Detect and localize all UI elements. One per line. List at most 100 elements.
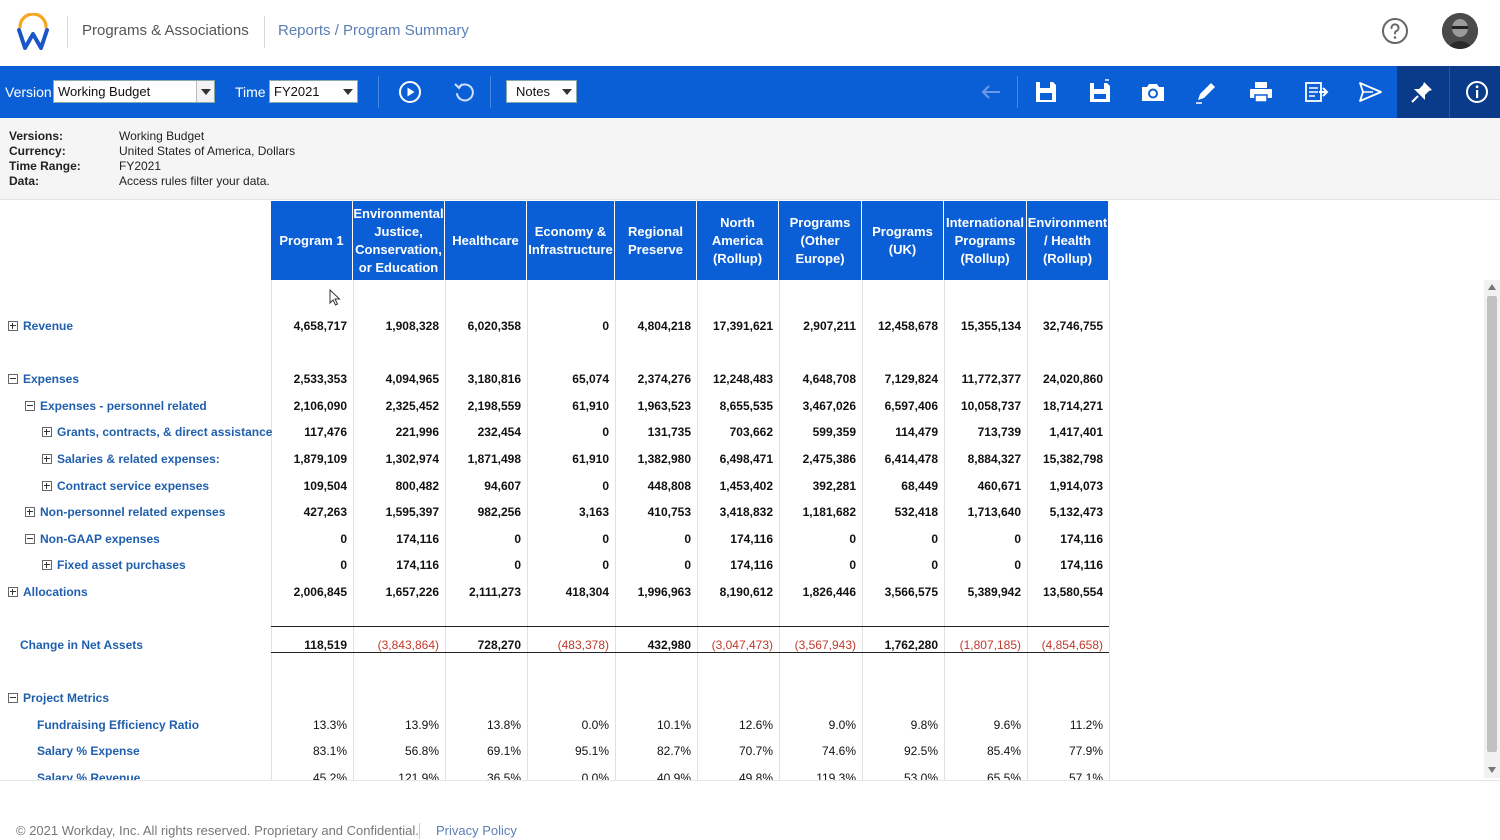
- undo-icon[interactable]: [451, 79, 477, 105]
- table-cell[interactable]: 0: [779, 558, 856, 572]
- table-cell[interactable]: 92.5%: [862, 744, 938, 758]
- table-cell[interactable]: 0: [445, 532, 521, 546]
- table-cell[interactable]: 0: [862, 558, 938, 572]
- table-cell[interactable]: 15,382,798: [1027, 452, 1103, 466]
- table-cell[interactable]: 0.0%: [527, 718, 609, 732]
- avatar[interactable]: [1442, 13, 1478, 49]
- chevron-down-icon[interactable]: [196, 81, 214, 102]
- expand-icon[interactable]: [42, 427, 52, 437]
- table-cell[interactable]: 1,713,640: [944, 505, 1021, 519]
- table-cell[interactable]: 12.6%: [697, 718, 773, 732]
- table-cell[interactable]: 2,198,559: [445, 399, 521, 413]
- row-label-fundraising-ratio[interactable]: Fundraising Efficiency Ratio: [37, 718, 199, 732]
- table-cell[interactable]: 12,248,483: [697, 372, 773, 386]
- app-title[interactable]: Programs & Associations: [82, 22, 249, 39]
- table-cell[interactable]: 174,116: [353, 558, 439, 572]
- table-cell[interactable]: 982,256: [445, 505, 521, 519]
- table-cell[interactable]: 2,533,353: [271, 372, 347, 386]
- table-cell[interactable]: 410,753: [615, 505, 691, 519]
- table-cell[interactable]: (1,807,185): [944, 638, 1021, 652]
- info-icon[interactable]: [1464, 79, 1490, 105]
- expand-icon[interactable]: [8, 587, 18, 597]
- table-cell[interactable]: 85.4%: [944, 744, 1021, 758]
- table-cell[interactable]: 2,325,452: [353, 399, 439, 413]
- pin-icon[interactable]: [1409, 79, 1435, 105]
- table-cell[interactable]: 13.8%: [445, 718, 521, 732]
- table-cell[interactable]: 728,270: [445, 638, 521, 652]
- table-cell[interactable]: 0: [445, 558, 521, 572]
- table-cell[interactable]: 221,996: [353, 425, 439, 439]
- table-cell[interactable]: 131,735: [615, 425, 691, 439]
- table-cell[interactable]: 8,884,327: [944, 452, 1021, 466]
- notes-select[interactable]: Notes: [506, 80, 577, 103]
- table-cell[interactable]: 9.8%: [862, 718, 938, 732]
- table-cell[interactable]: 1,302,974: [353, 452, 439, 466]
- expand-icon[interactable]: [25, 507, 35, 517]
- table-cell[interactable]: 53.0%: [862, 771, 938, 780]
- table-cell[interactable]: 1,417,401: [1027, 425, 1103, 439]
- table-cell[interactable]: (3,567,943): [779, 638, 856, 652]
- play-icon[interactable]: [397, 79, 423, 105]
- table-cell[interactable]: (3,843,864): [353, 638, 439, 652]
- table-cell[interactable]: 2,111,273: [445, 585, 521, 599]
- table-cell[interactable]: 40.9%: [615, 771, 691, 780]
- table-cell[interactable]: 1,963,523: [615, 399, 691, 413]
- table-cell[interactable]: 1,871,498: [445, 452, 521, 466]
- table-cell[interactable]: 13.3%: [271, 718, 347, 732]
- column-header[interactable]: Environmental Justice, Conservation, or …: [353, 201, 445, 280]
- table-cell[interactable]: 0: [527, 479, 609, 493]
- table-cell[interactable]: 69.1%: [445, 744, 521, 758]
- table-cell[interactable]: 1,996,963: [615, 585, 691, 599]
- table-cell[interactable]: 2,907,211: [779, 319, 856, 333]
- table-cell[interactable]: 1,908,328: [353, 319, 439, 333]
- table-cell[interactable]: 232,454: [445, 425, 521, 439]
- table-cell[interactable]: 1,762,280: [862, 638, 938, 652]
- column-header[interactable]: Environment / Health (Rollup): [1027, 201, 1109, 280]
- table-cell[interactable]: 5,389,942: [944, 585, 1021, 599]
- table-cell[interactable]: 6,498,471: [697, 452, 773, 466]
- table-cell[interactable]: 8,655,535: [697, 399, 773, 413]
- table-cell[interactable]: 7,129,824: [862, 372, 938, 386]
- table-cell[interactable]: 532,418: [862, 505, 938, 519]
- save-as-icon[interactable]: [1087, 79, 1113, 105]
- table-cell[interactable]: 3,566,575: [862, 585, 938, 599]
- table-cell[interactable]: 77.9%: [1027, 744, 1103, 758]
- table-cell[interactable]: 0: [615, 532, 691, 546]
- table-cell[interactable]: 6,597,406: [862, 399, 938, 413]
- time-select[interactable]: FY2021: [269, 80, 358, 103]
- table-cell[interactable]: 18,714,271: [1027, 399, 1103, 413]
- send-icon[interactable]: [1357, 79, 1383, 105]
- table-cell[interactable]: 32,746,755: [1027, 319, 1103, 333]
- table-cell[interactable]: 3,467,026: [779, 399, 856, 413]
- camera-icon[interactable]: [1140, 79, 1166, 105]
- table-cell[interactable]: 174,116: [1027, 532, 1103, 546]
- table-cell[interactable]: 4,804,218: [615, 319, 691, 333]
- table-cell[interactable]: 4,648,708: [779, 372, 856, 386]
- expand-icon[interactable]: [42, 481, 52, 491]
- table-cell[interactable]: 65.5%: [944, 771, 1021, 780]
- row-label-allocations[interactable]: Allocations: [23, 585, 88, 599]
- column-header[interactable]: Regional Preserve: [615, 201, 697, 280]
- row-label-salaries-related[interactable]: Salaries & related expenses:: [57, 452, 220, 466]
- table-cell[interactable]: 703,662: [697, 425, 773, 439]
- table-cell[interactable]: 1,826,446: [779, 585, 856, 599]
- table-cell[interactable]: 0: [527, 425, 609, 439]
- table-cell[interactable]: 3,180,816: [445, 372, 521, 386]
- table-cell[interactable]: 3,163: [527, 505, 609, 519]
- column-header[interactable]: Programs (UK): [862, 201, 944, 280]
- table-cell[interactable]: 1,595,397: [353, 505, 439, 519]
- table-cell[interactable]: 117,476: [271, 425, 347, 439]
- table-cell[interactable]: 9.6%: [944, 718, 1021, 732]
- table-cell[interactable]: 45.2%: [271, 771, 347, 780]
- table-cell[interactable]: 0: [615, 558, 691, 572]
- table-cell[interactable]: 0: [779, 532, 856, 546]
- table-cell[interactable]: 2,374,276: [615, 372, 691, 386]
- privacy-policy-link[interactable]: Privacy Policy: [436, 823, 517, 838]
- row-label-contract-service[interactable]: Contract service expenses: [57, 479, 209, 493]
- table-cell[interactable]: 1,657,226: [353, 585, 439, 599]
- table-cell[interactable]: 11.2%: [1027, 718, 1103, 732]
- table-cell[interactable]: 8,190,612: [697, 585, 773, 599]
- collapse-icon[interactable]: [25, 401, 35, 411]
- table-cell[interactable]: 49.8%: [697, 771, 773, 780]
- table-cell[interactable]: 83.1%: [271, 744, 347, 758]
